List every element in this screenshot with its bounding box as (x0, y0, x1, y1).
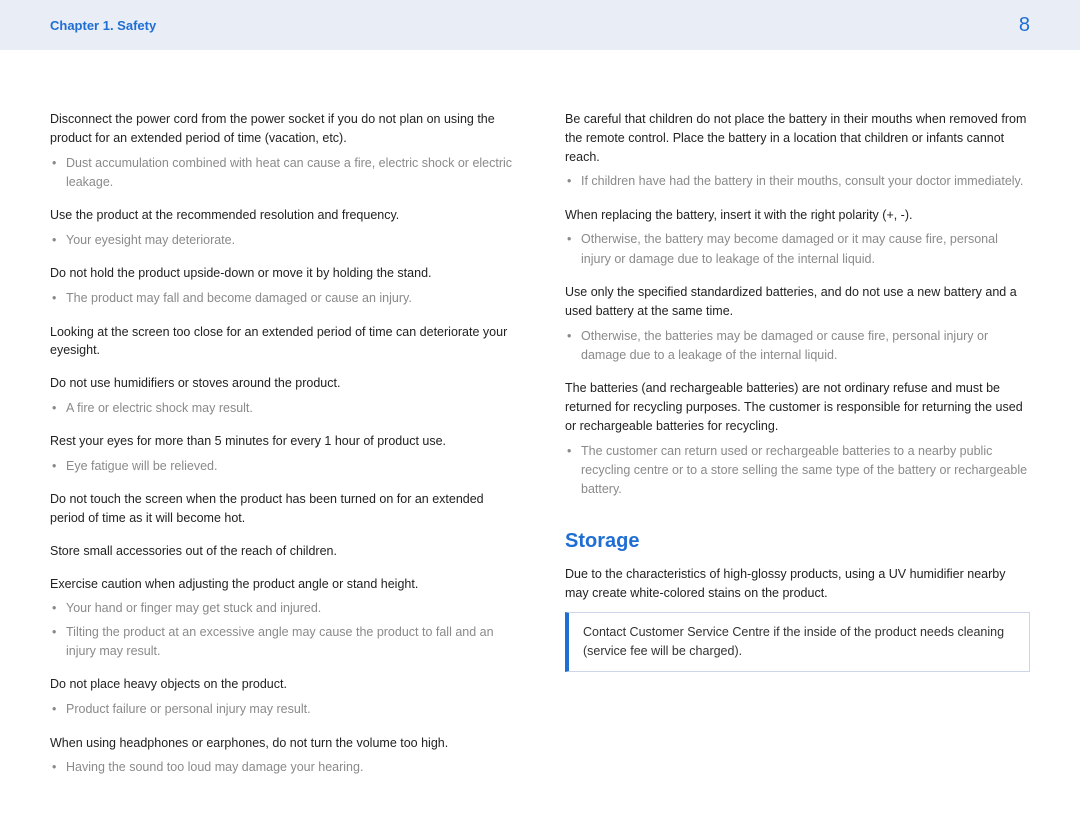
safety-sublist: Eye fatigue will be relieved. (50, 457, 515, 476)
safety-sublist: Your hand or finger may get stuck and in… (50, 599, 515, 661)
safety-sublist: If children have had the battery in thei… (565, 172, 1030, 191)
safety-subitem: Eye fatigue will be relieved. (66, 457, 515, 476)
safety-subitem: Otherwise, the battery may become damage… (581, 230, 1030, 269)
storage-para: Due to the characteristics of high-gloss… (565, 565, 1030, 603)
page-header: Chapter 1. Safety 8 (0, 0, 1080, 50)
safety-para: When replacing the battery, insert it wi… (565, 206, 1030, 225)
safety-subitem: Product failure or personal injury may r… (66, 700, 515, 719)
storage-heading: Storage (565, 530, 1030, 553)
safety-subitem: The customer can return used or recharge… (581, 442, 1030, 500)
safety-sublist: Dust accumulation combined with heat can… (50, 154, 515, 193)
safety-para: The batteries (and rechargeable batterie… (565, 379, 1030, 435)
safety-para: Rest your eyes for more than 5 minutes f… (50, 432, 515, 451)
safety-sublist: Your eyesight may deteriorate. (50, 231, 515, 250)
safety-para: Do not touch the screen when the product… (50, 490, 515, 528)
safety-para: Do not hold the product upside-down or m… (50, 264, 515, 283)
safety-sublist: A fire or electric shock may result. (50, 399, 515, 418)
chapter-title: Chapter 1. Safety (50, 18, 156, 33)
safety-subitem: The product may fall and become damaged … (66, 289, 515, 308)
safety-para: Do not use humidifiers or stoves around … (50, 374, 515, 393)
left-column: Disconnect the power cord from the power… (50, 110, 515, 792)
safety-subitem: Your eyesight may deteriorate. (66, 231, 515, 250)
safety-subitem: Having the sound too loud may damage you… (66, 758, 515, 777)
safety-para: Be careful that children do not place th… (565, 110, 1030, 166)
safety-sublist: Product failure or personal injury may r… (50, 700, 515, 719)
safety-sublist: The customer can return used or recharge… (565, 442, 1030, 500)
safety-sublist: Otherwise, the battery may become damage… (565, 230, 1030, 269)
safety-para: Use the product at the recommended resol… (50, 206, 515, 225)
safety-subitem: Dust accumulation combined with heat can… (66, 154, 515, 193)
safety-sublist: Having the sound too loud may damage you… (50, 758, 515, 777)
safety-subitem: Your hand or finger may get stuck and in… (66, 599, 515, 618)
safety-para: Use only the specified standardized batt… (565, 283, 1030, 321)
right-column: Be careful that children do not place th… (565, 110, 1030, 792)
safety-subitem: Tilting the product at an excessive angl… (66, 623, 515, 662)
note-box: Contact Customer Service Centre if the i… (565, 612, 1030, 672)
safety-sublist: Otherwise, the batteries may be damaged … (565, 327, 1030, 366)
content-area: Disconnect the power cord from the power… (0, 50, 1080, 822)
safety-para: Disconnect the power cord from the power… (50, 110, 515, 148)
safety-para: Exercise caution when adjusting the prod… (50, 575, 515, 594)
page-number: 8 (1019, 14, 1030, 37)
safety-para: Store small accessories out of the reach… (50, 542, 515, 561)
safety-subitem: A fire or electric shock may result. (66, 399, 515, 418)
safety-para: Looking at the screen too close for an e… (50, 323, 515, 361)
safety-subitem: Otherwise, the batteries may be damaged … (581, 327, 1030, 366)
safety-para: When using headphones or earphones, do n… (50, 734, 515, 753)
safety-sublist: The product may fall and become damaged … (50, 289, 515, 308)
safety-subitem: If children have had the battery in thei… (581, 172, 1030, 191)
safety-para: Do not place heavy objects on the produc… (50, 675, 515, 694)
